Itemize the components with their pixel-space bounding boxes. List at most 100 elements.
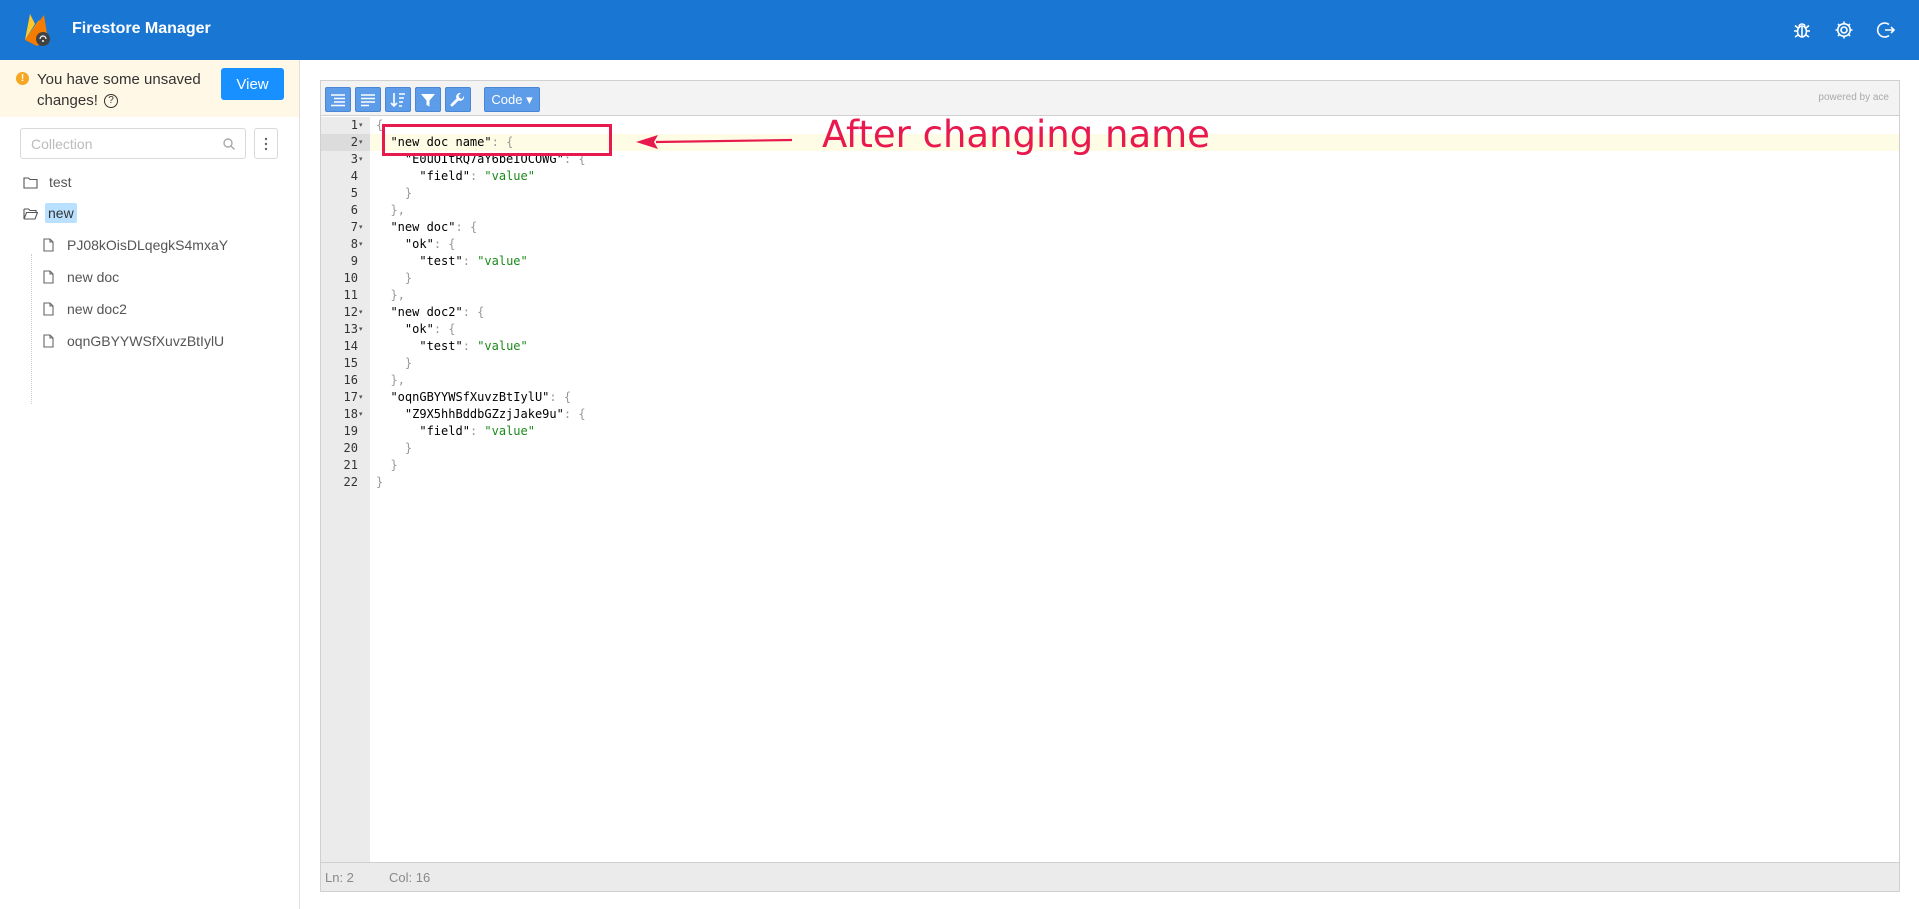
sort-button[interactable] bbox=[385, 87, 411, 112]
line-number: 22 bbox=[343, 475, 358, 489]
tree-item-new[interactable]: new bbox=[23, 201, 77, 225]
fold-toggle-icon[interactable]: ▾ bbox=[359, 219, 367, 236]
code-line[interactable]: "ok": { bbox=[376, 236, 456, 253]
collection-search-input[interactable] bbox=[31, 135, 221, 153]
tree-guide-line bbox=[31, 254, 32, 404]
fold-toggle-icon[interactable]: ▾ bbox=[359, 389, 367, 406]
tree-item-label: new doc bbox=[67, 269, 120, 285]
code-line[interactable]: "ok": { bbox=[376, 321, 456, 338]
line-number: 8 bbox=[350, 237, 358, 251]
file-icon bbox=[43, 270, 54, 284]
filter-button[interactable] bbox=[415, 87, 441, 112]
collection-search bbox=[20, 128, 246, 159]
code-line[interactable]: } bbox=[376, 440, 412, 457]
fold-toggle-icon[interactable]: ▾ bbox=[359, 134, 367, 151]
more-options-button[interactable] bbox=[254, 128, 278, 159]
format-icon bbox=[331, 93, 345, 106]
sort-icon bbox=[390, 92, 405, 107]
more-vertical-icon bbox=[264, 137, 268, 150]
line-number: 15 bbox=[343, 356, 358, 370]
code-line[interactable]: } bbox=[376, 270, 412, 287]
code-line[interactable]: }, bbox=[376, 287, 404, 304]
firebase-logo bbox=[25, 14, 50, 46]
view-button[interactable]: View bbox=[221, 68, 284, 100]
cursor-line: Ln: 2 bbox=[325, 870, 354, 885]
tree-item-doc[interactable]: PJ08kOisDLqegkS4mxaY bbox=[43, 233, 231, 257]
line-number: 13 bbox=[343, 322, 358, 336]
code-line[interactable]: "new doc2": { bbox=[376, 304, 484, 321]
line-number: 1 bbox=[350, 118, 358, 132]
tree-item-doc[interactable]: new doc bbox=[43, 265, 122, 289]
line-number: 9 bbox=[350, 254, 358, 268]
cursor-column: Col: 16 bbox=[389, 870, 431, 885]
tree-item-label: test bbox=[49, 174, 72, 190]
tree-item-label: oqnGBYYWSfXuvzBtIylU bbox=[67, 333, 225, 349]
line-number: 4 bbox=[350, 169, 358, 183]
app-title: Firestore Manager bbox=[72, 20, 211, 37]
code-line[interactable]: }, bbox=[376, 372, 404, 389]
gear-icon[interactable] bbox=[1832, 18, 1856, 42]
code-line[interactable]: } bbox=[376, 185, 412, 202]
annotation-label: After changing name bbox=[822, 113, 1210, 156]
code-line[interactable]: "new doc": { bbox=[376, 219, 477, 236]
code-line[interactable]: } bbox=[376, 474, 383, 491]
file-icon bbox=[43, 238, 54, 252]
search-icon bbox=[223, 138, 235, 150]
annotation-arrow bbox=[636, 135, 792, 149]
help-icon[interactable]: ? bbox=[104, 94, 119, 109]
wrench-icon bbox=[450, 92, 465, 106]
line-number: 17 bbox=[343, 390, 358, 404]
sidebar: ! You have some unsaved changes! ? View … bbox=[0, 60, 300, 909]
folder-icon bbox=[23, 176, 38, 189]
format-button[interactable] bbox=[325, 87, 351, 112]
code-line[interactable]: }, bbox=[376, 202, 404, 219]
tree-item-label: new doc2 bbox=[67, 301, 127, 317]
filter-icon bbox=[421, 93, 435, 106]
line-number: 11 bbox=[343, 288, 358, 302]
line-number: 18 bbox=[343, 407, 358, 421]
fold-toggle-icon[interactable]: ▾ bbox=[359, 406, 367, 423]
line-number: 20 bbox=[343, 441, 358, 455]
repair-button[interactable] bbox=[445, 87, 471, 112]
unsaved-changes-banner: ! You have some unsaved changes! ? View bbox=[0, 60, 299, 117]
fold-toggle-icon[interactable]: ▾ bbox=[359, 304, 367, 321]
tree-item-doc[interactable]: oqnGBYYWSfXuvzBtIylU bbox=[43, 329, 227, 353]
fold-toggle-icon[interactable]: ▾ bbox=[359, 321, 367, 338]
line-number: 6 bbox=[350, 203, 358, 217]
line-number: 5 bbox=[350, 186, 358, 200]
code-line[interactable]: } bbox=[376, 457, 397, 474]
tree-item-test[interactable]: test bbox=[23, 170, 75, 194]
bug-icon[interactable] bbox=[1790, 18, 1814, 42]
compact-icon bbox=[361, 93, 375, 106]
code-line[interactable]: "field": "value" bbox=[376, 168, 535, 185]
code-line[interactable]: "Z9X5hhBddbGZzjJake9u": { bbox=[376, 406, 586, 423]
file-icon bbox=[43, 302, 54, 316]
fold-toggle-icon[interactable]: ▾ bbox=[359, 117, 367, 134]
powered-by-ace[interactable]: powered by ace bbox=[1818, 92, 1889, 103]
code-line[interactable]: "oqnGBYYWSfXuvzBtIylU": { bbox=[376, 389, 571, 406]
editor-toolbar: Code ▾ powered by ace bbox=[321, 81, 1899, 116]
line-number: 21 bbox=[343, 458, 358, 472]
tree-item-label: PJ08kOisDLqegkS4mxaY bbox=[67, 237, 229, 253]
fold-toggle-icon[interactable]: ▾ bbox=[359, 151, 367, 168]
code-line[interactable]: "test": "value" bbox=[376, 338, 527, 355]
mode-select-button[interactable]: Code ▾ bbox=[484, 87, 540, 112]
line-number: 7 bbox=[350, 220, 358, 234]
code-area[interactable]: { "new doc name": { "E0uOItRQ7aY6beIOCOW… bbox=[370, 117, 1899, 862]
code-line[interactable]: "test": "value" bbox=[376, 253, 527, 270]
line-number-gutter: 1 ▾ 2 ▾ 3 ▾ 4 5 6 7 ▾ 8 ▾ 9 10 11 12 ▾ 13 ▾ 14 15 16 17 ▾ 18 ▾ 19 20… bbox=[321, 117, 370, 862]
unsaved-message: You have some unsaved changes! bbox=[37, 71, 201, 109]
json-editor: Code ▾ powered by ace 1 ▾ 2 ▾ 3 ▾ 4 5 6 7 ▾ 8 ▾ 9 10 11… bbox=[320, 80, 1900, 892]
editor-status-bar: Ln: 2 Col: 16 bbox=[321, 862, 1899, 891]
code-line[interactable]: } bbox=[376, 355, 412, 372]
app-header: Firestore Manager bbox=[0, 0, 1919, 60]
code-line[interactable]: "field": "value" bbox=[376, 423, 535, 440]
line-number: 16 bbox=[343, 373, 358, 387]
line-number: 19 bbox=[343, 424, 358, 438]
file-icon bbox=[43, 334, 54, 348]
logout-icon[interactable] bbox=[1874, 18, 1898, 42]
tree-item-label: new bbox=[45, 203, 77, 223]
fold-toggle-icon[interactable]: ▾ bbox=[359, 236, 367, 253]
tree-item-doc[interactable]: new doc2 bbox=[43, 297, 130, 321]
compact-button[interactable] bbox=[355, 87, 381, 112]
